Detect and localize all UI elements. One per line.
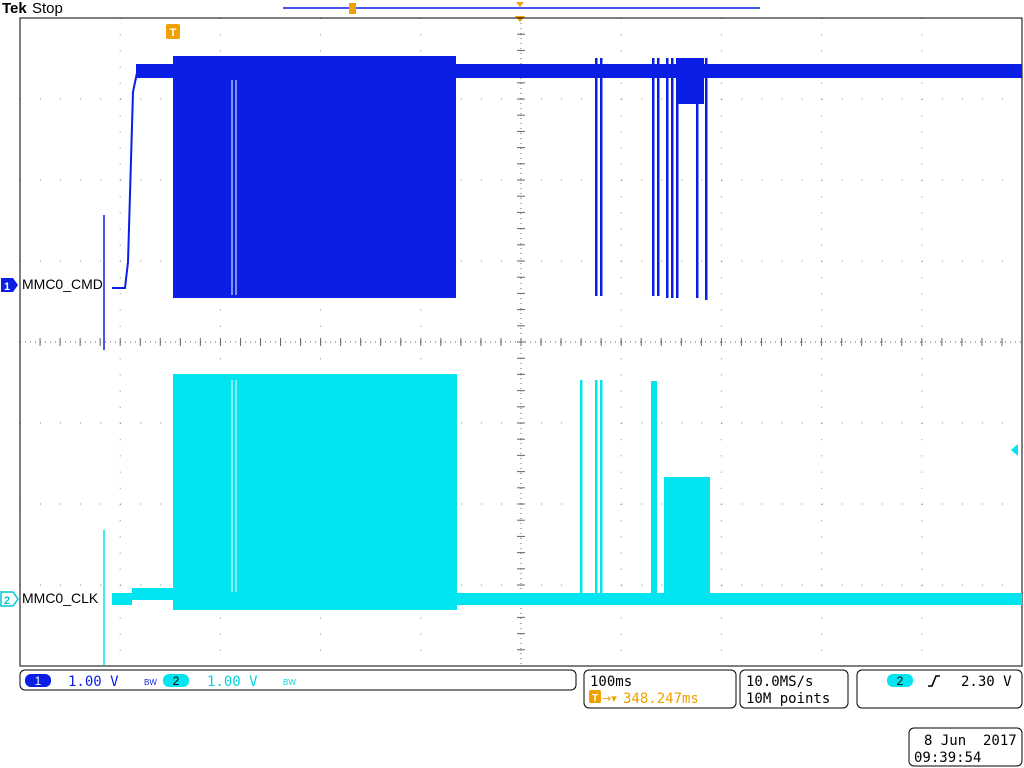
ch1-pulse-cluster bbox=[676, 58, 704, 104]
ch1-pulse bbox=[652, 58, 655, 296]
trigger-delay-value: 348.247ms bbox=[623, 691, 699, 707]
ch2-pulse bbox=[580, 380, 583, 595]
channel-1-ground-marker[interactable]: 1 bbox=[1, 278, 18, 293]
expansion-point-marker bbox=[516, 2, 524, 7]
svg-text:2: 2 bbox=[173, 674, 180, 688]
graticule bbox=[19, 17, 1023, 666]
sample-rate: 10.0MS/s bbox=[746, 674, 813, 690]
channel-1-bw-indicator: BW bbox=[144, 678, 157, 687]
ch2-pulse bbox=[600, 380, 603, 595]
ch1-pulse bbox=[671, 58, 674, 298]
ch1-pulse bbox=[705, 58, 708, 300]
oscilloscope-display: Tek Stop T 1 MMC0_CMD 2 MMC0_CLK 1 1.00 … bbox=[0, 0, 1023, 767]
svg-text:1: 1 bbox=[4, 281, 10, 293]
ch1-pulse bbox=[595, 58, 598, 296]
trigger-position-marker: T bbox=[166, 24, 180, 39]
date: 8 Jun 2017 bbox=[924, 733, 1017, 749]
timebase-scale: 100ms bbox=[590, 674, 632, 690]
ch1-pulse bbox=[666, 58, 669, 298]
record-window-marker bbox=[349, 3, 356, 14]
ch1-pulse bbox=[600, 58, 603, 296]
ch1-burst-1 bbox=[173, 56, 456, 298]
ch2-pulse bbox=[595, 380, 598, 595]
ch1-pulse bbox=[657, 58, 660, 296]
ch2-low-band bbox=[456, 593, 1022, 605]
trigger-level-marker[interactable] bbox=[1011, 444, 1018, 456]
trigger-delay-arrow-icon: →▾ bbox=[602, 692, 617, 705]
ch2-pulse-cluster bbox=[664, 477, 710, 597]
channel-1-waveform bbox=[103, 56, 1022, 350]
svg-text:2: 2 bbox=[4, 595, 10, 607]
ch2-burst-1 bbox=[173, 374, 457, 610]
channel-2-ground-marker[interactable]: 2 bbox=[0, 591, 19, 607]
channel-1-label: MMC0_CMD bbox=[22, 276, 103, 292]
ch1-rising-edge bbox=[112, 67, 173, 289]
channel-2-bw-indicator: BW bbox=[283, 678, 296, 687]
brand-logo: Tek bbox=[2, 0, 27, 17]
ch1-high-band bbox=[456, 64, 1022, 78]
ch2-low-band bbox=[132, 588, 173, 600]
channel-2-scale: 1.00 V bbox=[207, 674, 258, 690]
svg-text:2: 2 bbox=[897, 674, 904, 688]
ch1-high-band bbox=[136, 64, 174, 78]
channel-2-label: MMC0_CLK bbox=[22, 590, 99, 606]
channel-2-waveform bbox=[103, 374, 1022, 665]
time: 09:39:54 bbox=[914, 750, 981, 766]
acquisition-state: Stop bbox=[32, 0, 63, 17]
trigger-level: 2.30 V bbox=[961, 674, 1012, 690]
channel-1-scale: 1.00 V bbox=[68, 674, 119, 690]
svg-text:1: 1 bbox=[35, 674, 42, 688]
trigger-position-glyph: T bbox=[170, 27, 177, 39]
expansion-point-marker-lower bbox=[515, 16, 525, 22]
svg-text:T: T bbox=[592, 693, 598, 704]
ch2-pulse bbox=[651, 381, 657, 595]
ch2-low-band bbox=[112, 593, 132, 605]
record-length: 10M points bbox=[746, 691, 830, 707]
